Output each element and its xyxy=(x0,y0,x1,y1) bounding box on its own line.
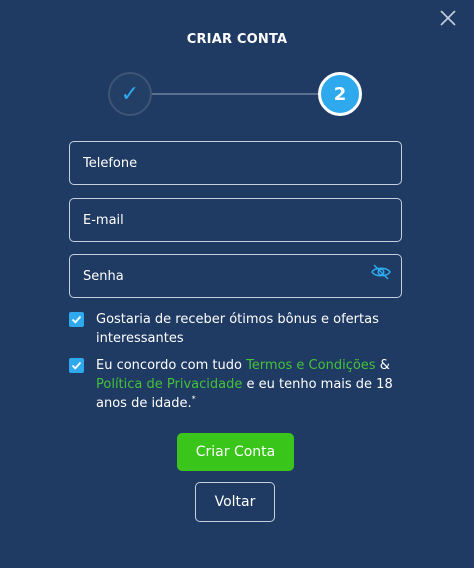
email-input[interactable] xyxy=(83,212,363,228)
password-input[interactable] xyxy=(83,268,363,284)
terms-text-2: & xyxy=(375,358,390,373)
toggle-password-visibility[interactable] xyxy=(370,263,392,281)
terms-text-1: Eu concordo com tudo xyxy=(96,358,247,373)
progress-stepper: ✓ 2 xyxy=(108,72,362,116)
create-account-button[interactable]: Criar Conta xyxy=(177,433,294,471)
phone-input[interactable] xyxy=(83,155,363,171)
password-field[interactable] xyxy=(69,254,402,298)
privacy-link[interactable]: Política de Privacidade xyxy=(96,377,242,392)
close-icon xyxy=(440,10,456,26)
bonus-opt-in-checkbox[interactable] xyxy=(69,312,84,327)
terms-row: Eu concordo com tudo Termos e Condições … xyxy=(69,356,409,413)
step-2-active: 2 xyxy=(318,72,362,116)
required-asterisk: * xyxy=(191,394,196,404)
close-button[interactable] xyxy=(438,8,458,28)
step-1-completed: ✓ xyxy=(108,72,152,116)
email-field[interactable] xyxy=(69,198,402,242)
bonus-opt-in-row: Gostaria de receber ótimos bônus e ofert… xyxy=(69,310,409,348)
terms-checkbox[interactable] xyxy=(69,358,84,373)
modal-title: CRIAR CONTA xyxy=(186,32,288,47)
phone-field[interactable] xyxy=(69,141,402,185)
checkmark-icon xyxy=(71,361,82,370)
bonus-opt-in-label: Gostaria de receber ótimos bônus e ofert… xyxy=(96,312,379,346)
back-button[interactable]: Voltar xyxy=(195,482,275,522)
checkmark-icon xyxy=(71,315,82,324)
create-account-modal: CRIAR CONTA ✓ 2 Gostaria de receber ótim… xyxy=(0,0,474,568)
stepper-line xyxy=(152,93,318,95)
eye-slash-icon xyxy=(371,264,391,280)
terms-label: Eu concordo com tudo Termos e Condições … xyxy=(96,356,409,413)
terms-link[interactable]: Termos e Condições xyxy=(246,358,376,373)
